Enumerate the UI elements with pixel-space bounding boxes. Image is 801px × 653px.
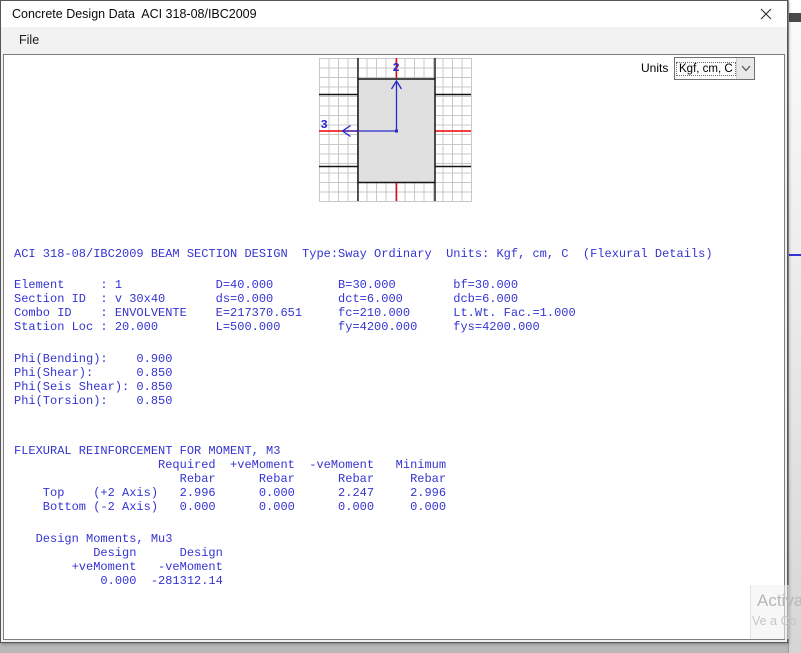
menu-item-file[interactable]: File — [10, 30, 48, 50]
activation-watermark-line2: Ve a Co — [752, 614, 796, 628]
phi-factors-block: Phi(Bending): 0.900 Phi(Shear): 0.850 Ph… — [14, 352, 172, 408]
chevron-down-icon — [741, 65, 751, 72]
units-selected-value: Kgf, cm, C — [677, 63, 735, 75]
flexural-reinforcement-table: FLEXURAL REINFORCEMENT FOR MOMENT, M3 Re… — [14, 444, 446, 514]
units-label: Units — [641, 61, 668, 75]
close-icon — [760, 8, 772, 20]
axis-2-label: 2 — [393, 61, 400, 75]
titlebar: Concrete Design Data ACI 318-08/IBC2009 — [1, 1, 787, 27]
units-combobox[interactable]: Kgf, cm, C — [674, 57, 755, 80]
design-moments-block: Design Moments, Mu3 Design Design +veMom… — [14, 532, 223, 588]
element-info-block: Element : 1 D=40.000 B=30.000 bf=30.000 … — [14, 278, 576, 334]
activation-watermark-line1: Activa — [757, 591, 801, 611]
content-panel: Units Kgf, cm, C — [3, 54, 785, 640]
window-title: Concrete Design Data ACI 318-08/IBC2009 — [12, 7, 257, 21]
background-window-content-sliver — [789, 254, 801, 256]
background-window-edge — [788, 0, 801, 653]
background-window-titlebar — [789, 0, 801, 13]
axis-3-label: 3 — [321, 118, 328, 132]
menubar: File — [1, 27, 787, 54]
section-centroid-dot — [395, 130, 398, 133]
close-button[interactable] — [750, 4, 782, 24]
background-window-border — [789, 13, 801, 22]
section-diagram: 2 3 — [319, 58, 472, 202]
combo-arrow-button[interactable] — [736, 58, 754, 79]
report-header-line: ACI 318-08/IBC2009 BEAM SECTION DESIGN T… — [14, 247, 713, 261]
concrete-design-data-dialog: Concrete Design Data ACI 318-08/IBC2009 … — [0, 0, 788, 643]
